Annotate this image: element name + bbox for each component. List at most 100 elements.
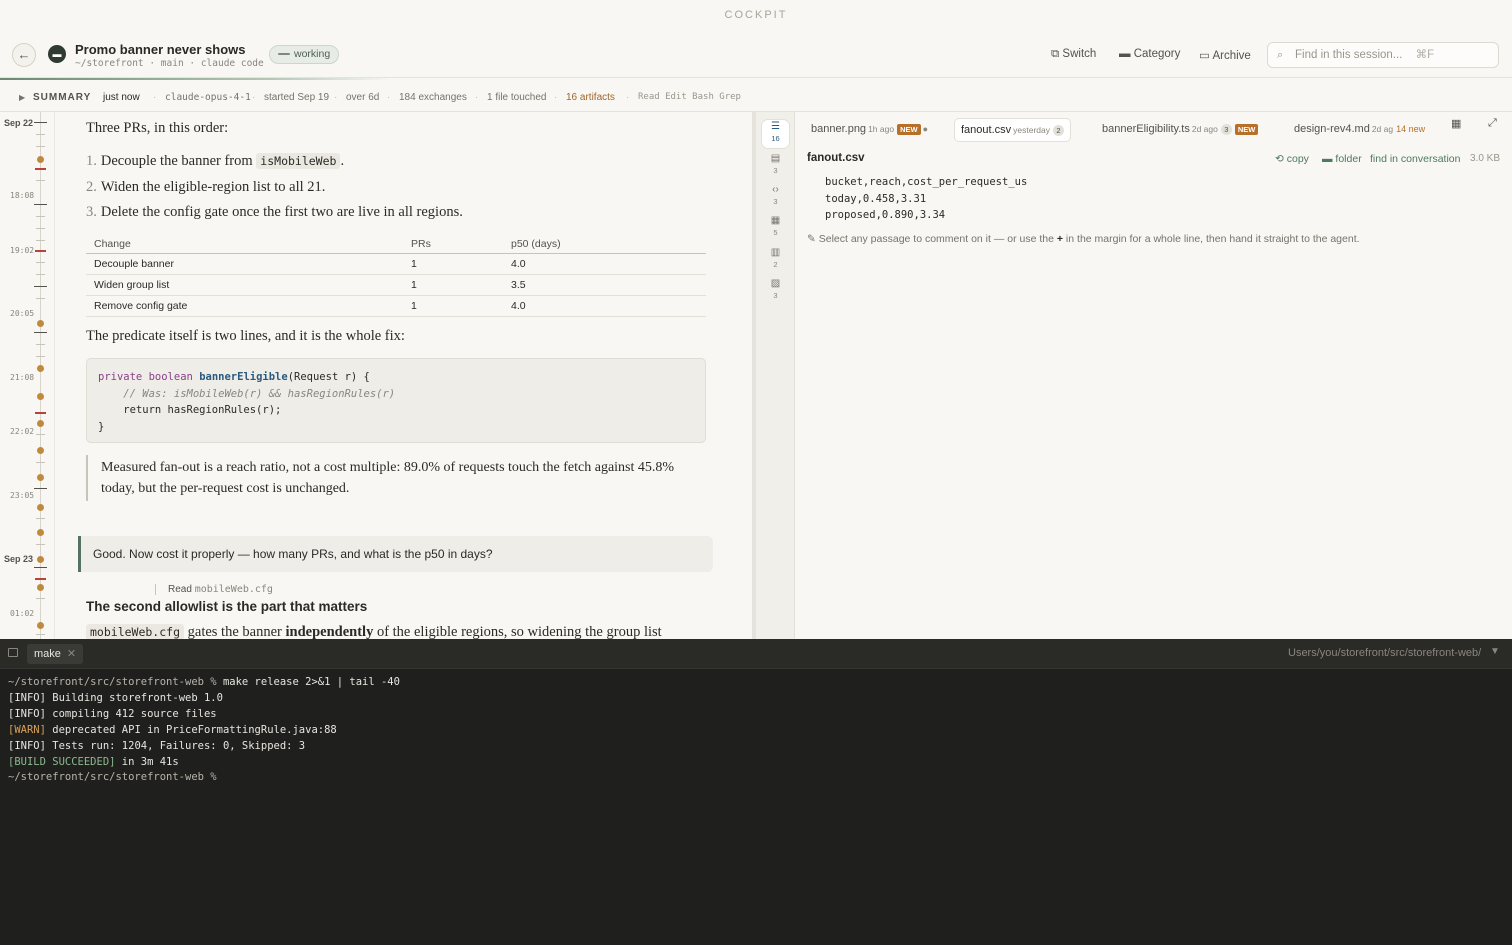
summary-model: claude-opus-4-1 bbox=[165, 92, 251, 103]
message-text: Three PRs, in this order: bbox=[86, 120, 229, 136]
summary-tools: Read Edit Bash Grep bbox=[638, 92, 741, 102]
category-button[interactable]: ▬ Category bbox=[1119, 48, 1180, 60]
timeline-event[interactable] bbox=[37, 320, 44, 327]
table-header: Change bbox=[86, 235, 403, 254]
timeline-tick bbox=[36, 262, 45, 263]
tab-age: 2d ago bbox=[1191, 124, 1218, 134]
archive-label: Archive bbox=[1212, 50, 1251, 62]
timeline-event[interactable] bbox=[37, 447, 44, 454]
timeline-tick bbox=[36, 240, 45, 241]
pencil-icon: ✎ bbox=[807, 233, 816, 245]
timeline-error-tick[interactable] bbox=[35, 412, 46, 414]
filter-notes[interactable]: ▥ 2 bbox=[762, 246, 789, 274]
status-badge: working bbox=[269, 45, 340, 64]
tab-banner-png[interactable]: banner.png 1h ago NEW ● bbox=[805, 118, 934, 142]
timeline-tick bbox=[36, 518, 45, 519]
find-in-conversation-link[interactable]: find in conversation bbox=[1370, 153, 1460, 165]
filter-images[interactable]: ▨ 3 bbox=[762, 277, 789, 305]
terminal-icon bbox=[8, 648, 18, 657]
timeline-event[interactable] bbox=[37, 584, 44, 591]
terminal-panel[interactable]: make ✕ Users/you/storefront/src/storefron… bbox=[0, 639, 1512, 945]
csv-line: proposed,0.890,3.34 bbox=[825, 209, 946, 221]
timeline-error-tick[interactable] bbox=[35, 250, 46, 252]
timeline-tick bbox=[36, 180, 45, 181]
filter-all[interactable]: ☰ 16 bbox=[762, 120, 789, 148]
tab-age: yesterday bbox=[1013, 125, 1050, 135]
timeline-tick bbox=[36, 634, 45, 635]
folder-icon: ▬ bbox=[1322, 153, 1333, 165]
table-cell: 4.0 bbox=[503, 253, 706, 275]
chevron-right-icon[interactable]: ▶ bbox=[19, 93, 25, 102]
chevron-down-icon[interactable]: ▼ bbox=[1490, 646, 1500, 657]
timeline-event[interactable] bbox=[37, 529, 44, 536]
code-keyword: boolean bbox=[148, 371, 193, 383]
timeline-event[interactable] bbox=[37, 474, 44, 481]
timeline-tick bbox=[34, 122, 47, 123]
timeline-error-tick[interactable] bbox=[35, 168, 46, 170]
tab-bannereligibility-ts[interactable]: bannerEligibility.ts 2d ago 3 NEW bbox=[1096, 118, 1264, 142]
filter-count: 3 bbox=[773, 197, 778, 206]
switch-icon: ⧉ bbox=[1051, 48, 1060, 60]
table-cell: 3.5 bbox=[503, 274, 706, 296]
timeline-event[interactable] bbox=[37, 420, 44, 427]
code-block[interactable]: private boolean bannerEligible(Request r… bbox=[86, 358, 706, 443]
progress-indicator-icon bbox=[278, 53, 290, 55]
log-text: in 3m 41s bbox=[115, 755, 179, 768]
tab-fanout-csv[interactable]: fanout.csv yesterday 2 bbox=[954, 118, 1071, 142]
filter-code[interactable]: ‹› 3 bbox=[762, 183, 789, 211]
tab-label: bannerEligibility.ts bbox=[1102, 123, 1190, 135]
terminal-output[interactable]: ~/storefront/src/storefront-web % make r… bbox=[8, 675, 400, 786]
switch-button[interactable]: ⧉ Switch bbox=[1051, 48, 1096, 61]
table-row: Remove config gate 1 4.0 bbox=[86, 295, 706, 317]
log-text: Tests run: 1204, Failures: 0, Skipped: 3 bbox=[45, 739, 306, 752]
code-comment: // Was: isMobileWeb(r) && hasRegionRules… bbox=[123, 387, 396, 400]
grid-view-icon[interactable]: ▦ bbox=[1451, 117, 1461, 130]
code-icon: ‹› bbox=[772, 184, 779, 195]
timeline-tick bbox=[36, 298, 45, 299]
list-item: 2. Widen the eligible-region list to all … bbox=[86, 178, 463, 204]
filter-count: 3 bbox=[773, 291, 778, 300]
filter-tables[interactable]: ▦ 5 bbox=[762, 214, 789, 242]
timeline-event[interactable] bbox=[37, 622, 44, 629]
timeline-event[interactable] bbox=[37, 556, 44, 563]
timeline-event[interactable] bbox=[37, 504, 44, 511]
file-size: 3.0 KB bbox=[1470, 153, 1501, 164]
table-row: Widen group list 1 3.5 bbox=[86, 274, 706, 296]
csv-content[interactable]: bucket,reach,cost_per_request_us today,0… bbox=[825, 174, 1027, 224]
copy-label: copy bbox=[1286, 153, 1309, 165]
timeline-event[interactable] bbox=[37, 156, 44, 163]
search-input[interactable]: ⌕ Find in this session... ⌘F bbox=[1267, 42, 1499, 68]
image-icon: ▨ bbox=[770, 278, 781, 289]
summary-artifacts[interactable]: 16 artifacts bbox=[566, 92, 615, 103]
copy-button[interactable]: ⟲ copy bbox=[1275, 153, 1309, 165]
tab-count: 2 bbox=[1053, 124, 1064, 136]
expand-icon[interactable]: ⤢ bbox=[1488, 117, 1497, 130]
new-badge: NEW bbox=[897, 123, 921, 135]
log-warn-tag: [WARN] bbox=[8, 723, 46, 736]
code-keyword: return bbox=[123, 404, 162, 416]
filter-documents[interactable]: ▤ 3 bbox=[762, 152, 789, 180]
tool-call[interactable]: Read mobileWeb.cfg bbox=[155, 584, 273, 595]
hint-text: in the margin for a whole line, then han… bbox=[1063, 233, 1360, 245]
filter-count: 5 bbox=[773, 228, 778, 237]
back-button[interactable]: ← bbox=[12, 43, 36, 67]
timeline-error-tick[interactable] bbox=[35, 578, 46, 580]
code-text: hasRegionRules(r); bbox=[161, 404, 282, 416]
pr-steps-list: 1. Decouple the banner from isMobileWeb. … bbox=[86, 152, 463, 229]
timeline-event[interactable] bbox=[37, 393, 44, 400]
terminal-tab-label: make bbox=[34, 648, 61, 660]
code-function: bannerEligible bbox=[199, 371, 288, 383]
terminal-tab[interactable]: make ✕ bbox=[27, 644, 84, 664]
table-cell: 1 bbox=[403, 274, 503, 296]
timeline-rail[interactable]: Sep 22 18:08 19:02 20:05 21:08 22:02 23:… bbox=[0, 112, 55, 639]
timeline-event[interactable] bbox=[37, 365, 44, 372]
timeline-time: 18:08 bbox=[10, 191, 35, 200]
log-text: deprecated API in PriceFormattingRule.ja… bbox=[45, 723, 337, 736]
close-icon[interactable]: ✕ bbox=[67, 648, 76, 660]
archive-button[interactable]: ▭ Archive bbox=[1199, 48, 1251, 62]
summary-toggle[interactable]: SUMMARY bbox=[33, 92, 91, 103]
folder-button[interactable]: ▬ folder bbox=[1322, 153, 1362, 165]
tab-design-rev4-md[interactable]: design-rev4.md 2d ag 14 new bbox=[1288, 118, 1431, 142]
search-icon: ⌕ bbox=[1277, 49, 1284, 61]
timeline-tick bbox=[36, 356, 45, 357]
